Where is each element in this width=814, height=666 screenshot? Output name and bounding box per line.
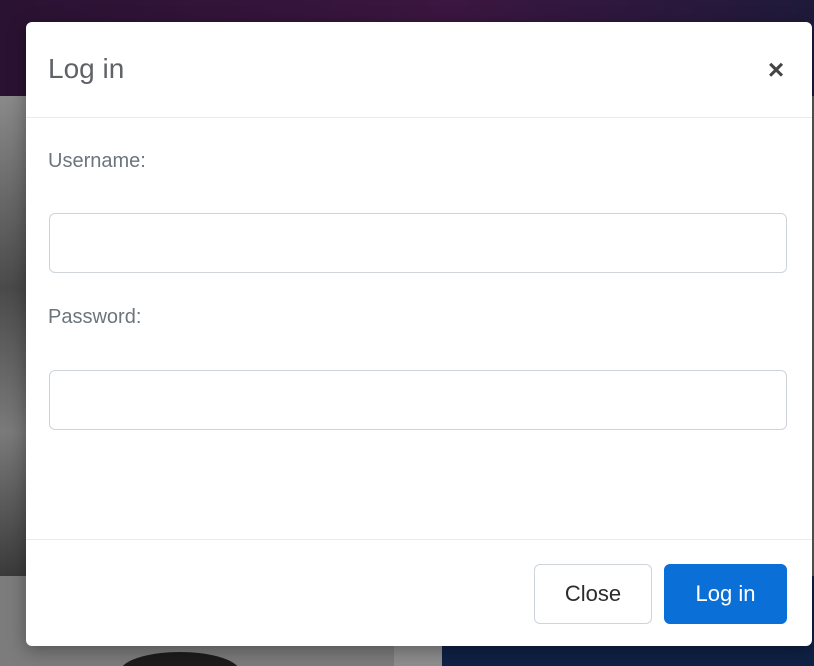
username-label: Username: [48, 150, 146, 172]
close-button[interactable]: Close [534, 564, 652, 624]
username-input[interactable] [49, 213, 787, 273]
modal-body: Username: Password: [26, 119, 812, 539]
password-input[interactable] [49, 370, 787, 430]
login-modal: Log in × Username: Password: Close Log i… [26, 22, 812, 646]
password-label: Password: [48, 306, 142, 328]
login-button[interactable]: Log in [664, 564, 787, 624]
modal-footer: Close Log in [26, 539, 812, 646]
modal-title: Log in [48, 53, 125, 84]
close-icon[interactable]: × [758, 52, 794, 88]
modal-header: Log in × [26, 22, 812, 118]
